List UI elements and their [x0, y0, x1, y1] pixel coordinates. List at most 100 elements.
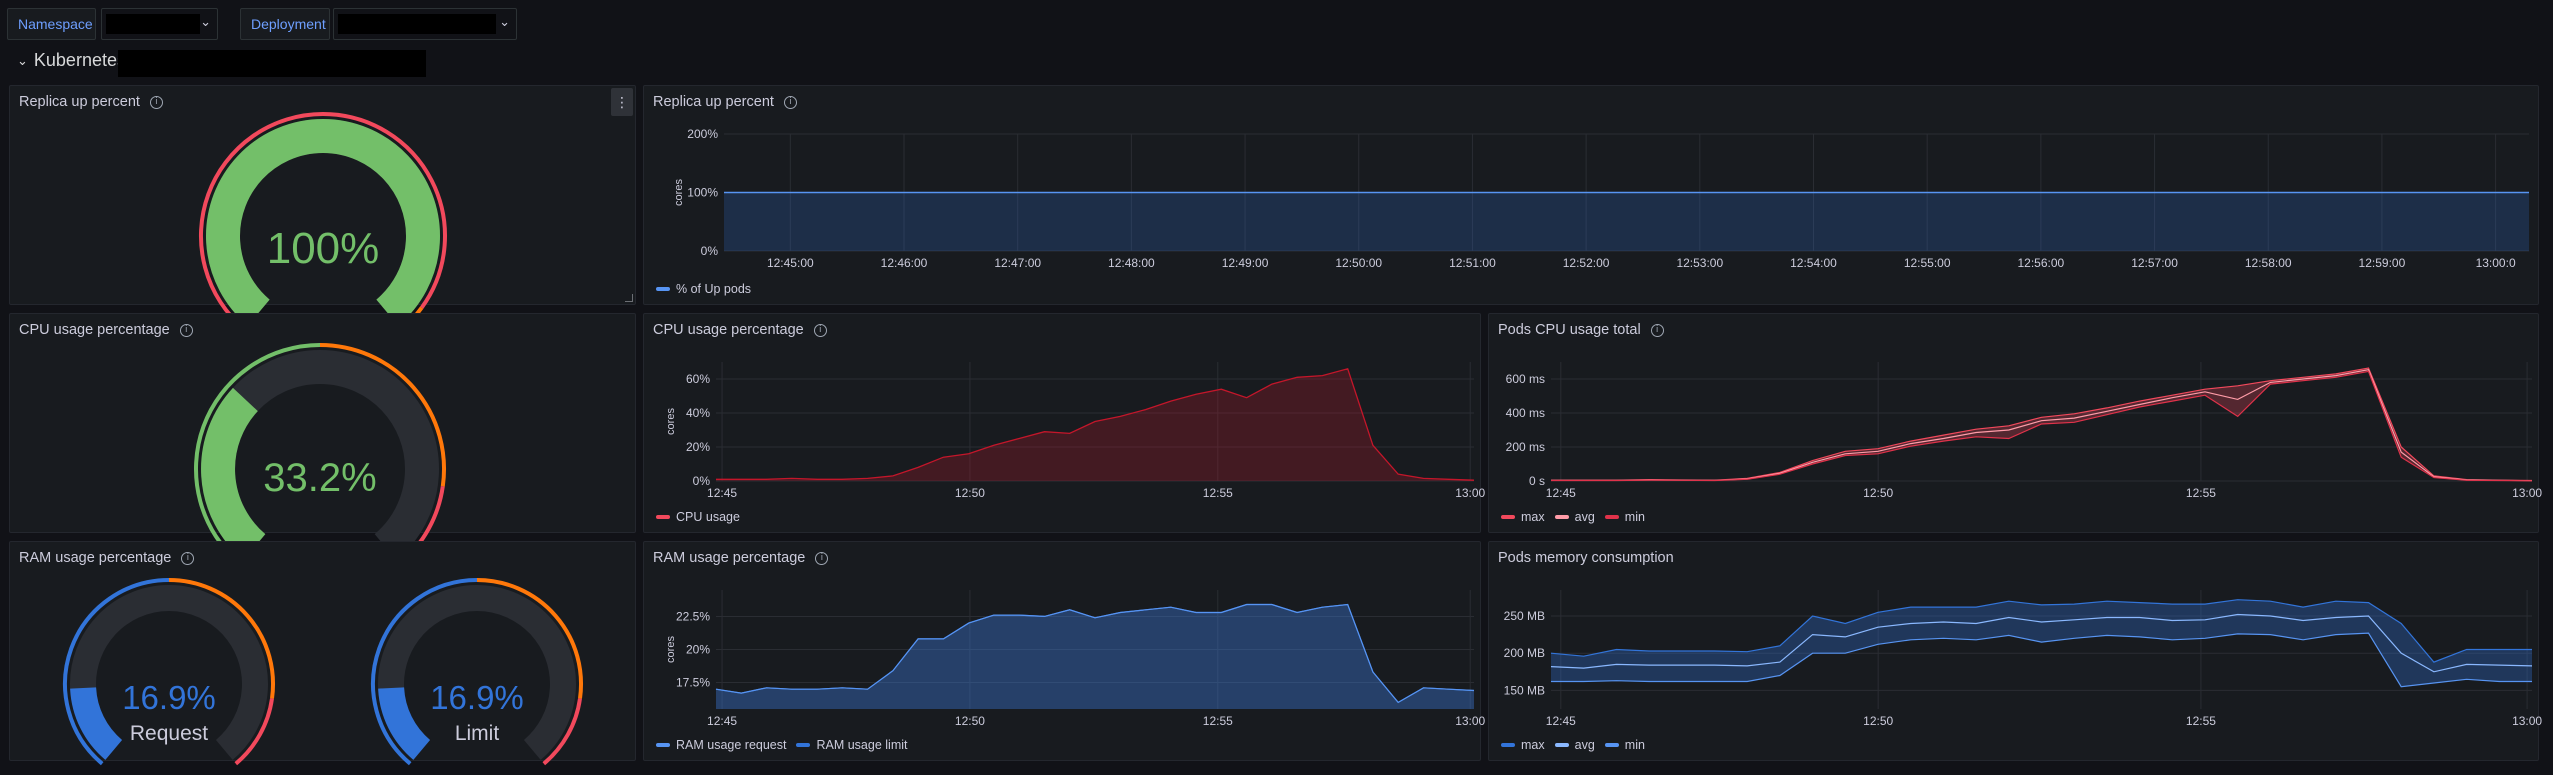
chart-svg[interactable]: 200% 100% 0% 12:45:00 12:46:00 12:47:00 12:48:… [644, 86, 2540, 306]
legend-swatch [1604, 743, 1619, 747]
panel-ram-usage-timeseries[interactable]: RAM usage percentage i 22.5% 20% 17.5% 12:4… [643, 541, 1486, 762]
gauge-fill [378, 686, 431, 760]
y-tick-label: 20% [686, 440, 710, 454]
legend-item[interactable]: avg [1554, 738, 1595, 752]
y-tick-label: 0% [701, 244, 719, 258]
chart-svg[interactable]: 600 ms 400 ms 200 ms 0 s12:45 12:50 12:55 13:0… [1489, 314, 2542, 534]
y-tick-label: 17.5% [676, 676, 710, 690]
x-tick-label: 12:45 [707, 714, 737, 728]
panel-pods-cpu-usage-total[interactable]: Pods CPU usage total i 600 ms 400 ms 200 m… [1488, 313, 2542, 534]
panel-replica-up-timeseries[interactable]: Replica up percent i 200% 100% 0% 12:45:00 1… [643, 85, 2539, 305]
legend: RAM usage request RAM usage limit [656, 738, 907, 752]
x-tick-label: 12:45 [707, 486, 737, 500]
y-axis-title: cores [673, 179, 685, 206]
legend-swatch [1554, 515, 1569, 519]
gauge-label: Limit [455, 722, 500, 745]
legend-swatch [656, 743, 670, 747]
x-tick-label: 12:55:00 [1904, 256, 1951, 270]
legend-swatch [1501, 515, 1515, 519]
x-tick-label: 13:00:0 [2476, 256, 2516, 270]
chart-svg[interactable]: 250 MB 200 MB 150 MB 12:45 12:50 12:55 13:00 [1489, 542, 2542, 762]
namespace-select[interactable]: ⌄ [101, 8, 218, 40]
legend-label: avg [1574, 738, 1595, 752]
x-tick-label: 12:50 [1863, 714, 1893, 728]
legend-label: CPU usage [676, 510, 740, 524]
y-tick-label: 250 MB [1504, 609, 1545, 623]
legend-item[interactable]: RAM usage request [656, 738, 786, 752]
x-tick-label: 12:45 [1546, 486, 1576, 500]
legend-item[interactable]: min [1604, 510, 1645, 524]
namespace-label: Namespace [7, 8, 96, 40]
y-tick-label: 150 MB [1504, 683, 1545, 697]
chevron-down-icon: ⌄ [17, 52, 28, 68]
chevron-down-icon: ⌄ [499, 14, 510, 29]
y-tick-label: 200 ms [1506, 440, 1545, 454]
panel-replica-up-gauge[interactable]: Replica up percent i ⋮ 100% [9, 85, 636, 332]
legend-item[interactable]: min [1604, 738, 1645, 752]
gauge-fill [70, 686, 123, 760]
panel-ram-usage-gauge[interactable]: RAM usage percentage i 16.9% Request 16.… [9, 541, 636, 766]
series-area [716, 604, 1474, 709]
y-tick-label: 40% [686, 406, 710, 420]
legend-item[interactable]: max [1501, 510, 1545, 524]
legend: % of Up pods [656, 282, 751, 296]
x-tick-label: 12:47:00 [994, 256, 1041, 270]
series-line [1551, 370, 2533, 482]
gauge-svg: 16.9% Request 16.9% Limit [63, 578, 583, 766]
x-tick-label: 12:58:00 [2245, 256, 2292, 270]
x-tick-label: 12:45:00 [767, 256, 814, 270]
gauge-svg: 33.2% [194, 343, 447, 566]
legend-label: min [1624, 738, 1645, 752]
x-tick-label: 13:00 [1455, 486, 1485, 500]
legend-swatch [656, 515, 670, 519]
legend-swatch [796, 743, 811, 747]
legend: max avg min [1501, 738, 1645, 752]
legend-label: min [1624, 510, 1645, 524]
x-tick-label: 12:59:00 [2359, 256, 2406, 270]
x-tick-label: 12:55 [1203, 714, 1233, 728]
x-tick-label: 12:50:00 [1335, 256, 1382, 270]
chart-svg[interactable]: 22.5% 20% 17.5% 12:45 12:50 12:55 13:00 cores [644, 542, 1486, 762]
panel-pods-memory-consumption[interactable]: Pods memory consumption 250 MB 200 MB 150 … [1488, 541, 2542, 762]
deployment-select[interactable]: ⌄ [333, 8, 517, 40]
x-tick-label: 12:52:00 [1563, 256, 1610, 270]
gauge-label: Request [130, 722, 208, 745]
x-tick-label: 13:00 [1455, 714, 1485, 728]
namespace-value-redacted [106, 14, 200, 34]
x-tick-label: 12:57:00 [2131, 256, 2178, 270]
x-tick-label: 12:50 [955, 486, 985, 500]
legend-item[interactable]: % of Up pods [656, 282, 751, 296]
row-toggle-kubernetes[interactable]: ⌄ Kubernetes [17, 50, 126, 71]
gauge-value: 16.9% [430, 679, 524, 716]
legend-item[interactable]: RAM usage limit [796, 738, 907, 752]
panel-cpu-usage-timeseries[interactable]: CPU usage percentage i 60% 40% 20% 0% 12:45 1… [643, 313, 1486, 534]
x-tick-label: 13:00 [2512, 714, 2542, 728]
x-tick-label: 12:54:00 [1790, 256, 1837, 270]
series-line [1551, 369, 2533, 482]
y-tick-label: 100% [687, 186, 718, 200]
legend-item[interactable]: avg [1554, 510, 1595, 524]
gauge-value: 16.9% [122, 679, 216, 716]
x-tick-label: 12:55 [2186, 714, 2216, 728]
legend-item[interactable]: CPU usage [656, 510, 740, 524]
gauge-value: 33.2% [263, 456, 376, 500]
row-title: Kubernetes [33, 50, 126, 70]
x-tick-label: 12:51:00 [1449, 256, 1496, 270]
x-tick-label: 12:45 [1546, 714, 1576, 728]
chart-svg[interactable]: 60%40%20%0%12:45 12:50 12:55 13:00cores [644, 314, 1486, 534]
legend-item[interactable]: max [1501, 738, 1545, 752]
y-tick-label: 0 s [1529, 474, 1545, 488]
legend: CPU usage [656, 510, 740, 524]
legend-swatch [1554, 743, 1569, 747]
y-tick-label: 200% [687, 127, 718, 141]
gauge-value: 100% [267, 224, 380, 273]
x-tick-label: 12:55 [1203, 486, 1233, 500]
legend-label: % of Up pods [676, 282, 752, 296]
panel-cpu-usage-gauge[interactable]: CPU usage percentage i 33.2% [9, 313, 636, 566]
y-tick-label: 400 ms [1506, 406, 1545, 420]
y-tick-label: 200 MB [1504, 646, 1545, 660]
x-tick-label: 12:48:00 [1108, 256, 1155, 270]
y-tick-label: 60% [686, 372, 710, 386]
x-tick-label: 12:49:00 [1222, 256, 1269, 270]
legend-label: RAM usage request [676, 738, 787, 752]
